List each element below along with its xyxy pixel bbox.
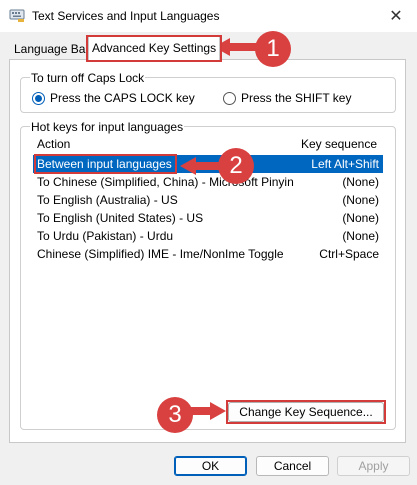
callout-badge-3: 3 [157,397,193,433]
annotation-arrow-3 [190,402,226,420]
column-header-action: Action [37,137,71,151]
row-action: To English (United States) - US [37,211,204,225]
row-key: (None) [342,175,379,189]
row-key: Left Alt+Shift [311,157,379,171]
ok-button[interactable]: OK [174,456,247,476]
radio-label: Press the SHIFT key [241,91,352,105]
annotation-arrow-2 [180,157,222,175]
tab-label: Advanced Key Settings [92,41,217,55]
callout-badge-2: 2 [218,148,254,184]
list-row[interactable]: To English (Australia) - US (None) [33,191,383,209]
tab-strip: Language Bar Advanced Key Settings [0,34,417,62]
list-row[interactable]: To Urdu (Pakistan) - Urdu (None) [33,227,383,245]
apply-button[interactable]: Apply [337,456,410,476]
row-action: Between input languages [37,157,172,171]
close-icon: ✕ [389,8,403,25]
hotkeys-group-label: Hot keys for input languages [30,120,185,134]
row-action: To English (Australia) - US [37,193,178,207]
row-key: Ctrl+Space [319,247,379,261]
row-action: Chinese (Simplified) IME - Ime/NonIme To… [37,247,284,261]
button-label: Change Key Sequence... [239,405,373,419]
row-action: To Urdu (Pakistan) - Urdu [37,229,174,243]
list-row[interactable]: To English (United States) - US (None) [33,209,383,227]
list-row[interactable]: Chinese (Simplified) IME - Ime/NonIme To… [33,245,383,263]
title-bar: Text Services and Input Languages ✕ [0,0,417,32]
list-header: Action Key sequence [33,135,383,151]
row-key: (None) [342,229,379,243]
tab-language-bar[interactable]: Language Bar [10,40,93,60]
radio-selected-icon[interactable] [32,91,45,105]
row-key: (None) [342,193,379,207]
radio-unselected-icon[interactable] [223,91,236,105]
tab-advanced-key-settings[interactable]: Advanced Key Settings [86,35,223,62]
radio-caps-lock-key[interactable]: Press the CAPS LOCK key [32,90,195,106]
caps-lock-group-label: To turn off Caps Lock [30,71,146,85]
window-title: Text Services and Input Languages [32,9,220,23]
row-action: To Chinese (Simplified, China) - Microso… [37,175,294,189]
change-key-sequence-button[interactable]: Change Key Sequence... [226,400,386,424]
close-button[interactable]: ✕ [383,4,409,28]
callout-badge-1: 1 [255,31,291,67]
row-key: (None) [342,211,379,225]
column-header-key-sequence: Key sequence [300,137,377,151]
radio-shift-key[interactable]: Press the SHIFT key [223,90,351,106]
keyboard-app-icon [9,9,25,22]
cancel-button[interactable]: Cancel [256,456,329,476]
radio-label: Press the CAPS LOCK key [50,91,195,105]
